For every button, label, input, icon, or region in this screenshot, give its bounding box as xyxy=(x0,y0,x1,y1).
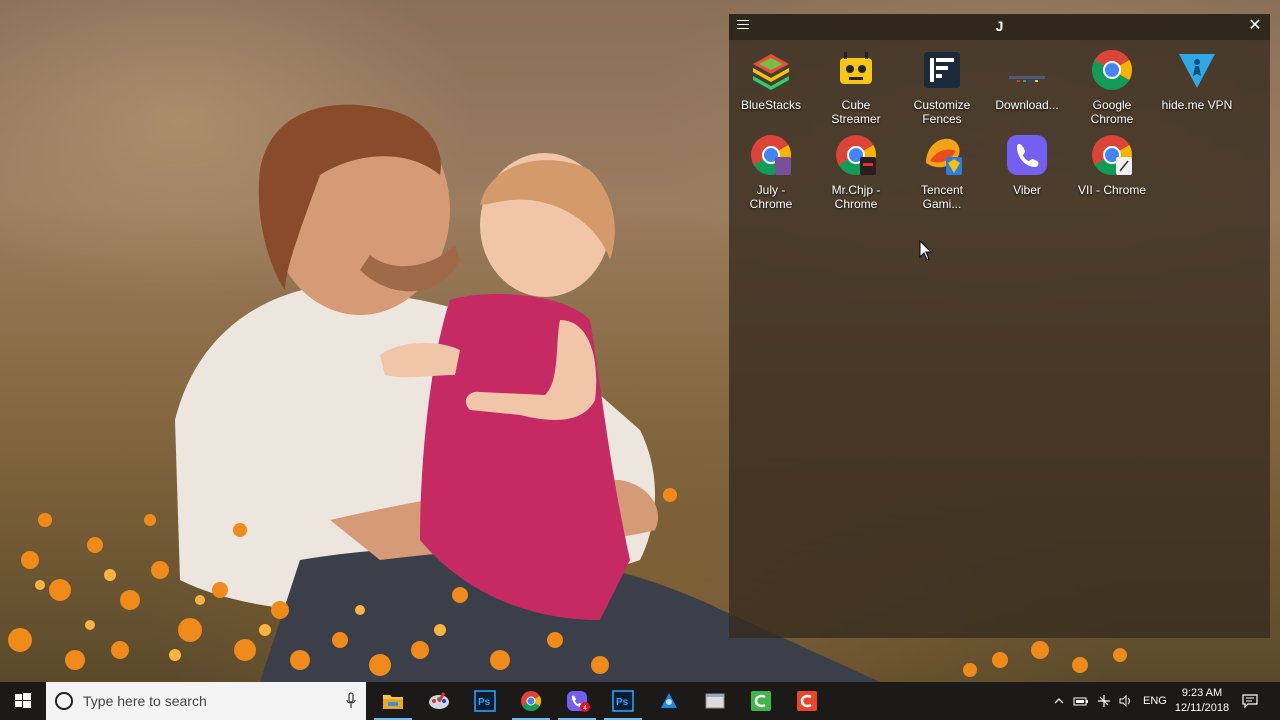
microphone-icon[interactable] xyxy=(346,692,356,710)
taskbar-app-window[interactable] xyxy=(692,682,738,720)
desktop-icon-cube-streamer[interactable]: Cube Streamer xyxy=(815,48,897,130)
download-icon xyxy=(1009,76,1045,82)
action-center-icon[interactable] xyxy=(1242,693,1258,709)
taskbar-app-camtasia-green[interactable] xyxy=(738,682,784,720)
paint-icon xyxy=(429,692,449,709)
fences-window[interactable]: J ✕ BlueStacks Cube Streamer Customize F… xyxy=(729,14,1270,638)
taskbar: Type here to search Ps 4 Ps ENG 9:23 AM … xyxy=(0,682,1280,720)
photoshop-icon: Ps xyxy=(612,690,634,712)
icon-label: Tencent Gami... xyxy=(920,183,964,211)
windows-logo-icon xyxy=(15,693,31,708)
taskbar-app-photoshop-2[interactable]: Ps xyxy=(600,682,646,720)
desktop-icon-customize-fences[interactable]: Customize Fences xyxy=(901,48,983,130)
language-indicator[interactable]: ENG xyxy=(1143,695,1167,707)
desktop-icon-mr-chjp-chrome[interactable]: Mr.Chjp - Chrome xyxy=(815,133,897,215)
taskbar-app-paint[interactable] xyxy=(416,682,462,720)
taskbar-app-photoshop-1[interactable]: Ps xyxy=(462,682,508,720)
icon-label: Google Chrome xyxy=(1090,98,1134,126)
taskbar-app-chrome[interactable] xyxy=(508,682,554,720)
icon-label: July - Chrome xyxy=(749,183,793,211)
clock-date: 12/11/2018 xyxy=(1174,702,1230,714)
icon-label: Customize Fences xyxy=(913,98,971,126)
mouse-cursor-icon xyxy=(919,240,933,261)
icon-label: Download... xyxy=(995,98,1059,112)
taskbar-app-viber[interactable]: 4 xyxy=(554,682,600,720)
desktop-icon-tencent-gaming[interactable]: Tencent Gami... xyxy=(901,133,983,215)
fences-icon xyxy=(924,52,960,88)
desktop-icon-hide-me-vpn[interactable]: hide.me VPN xyxy=(1156,48,1238,130)
fence-icon-grid: BlueStacks Cube Streamer Customize Fence… xyxy=(729,14,1270,638)
viber-icon: 4 xyxy=(567,691,590,712)
search-placeholder: Type here to search xyxy=(83,693,207,709)
desktop-icon-july-chrome[interactable]: July - Chrome xyxy=(730,133,812,215)
camtasia-green-icon xyxy=(751,691,771,711)
desktop-icon-bluestacks[interactable]: BlueStacks xyxy=(730,48,812,130)
system-clock[interactable]: 9:23 AM 12/11/2018 xyxy=(1170,686,1234,716)
icon-label: Cube Streamer xyxy=(831,98,881,126)
icon-label: Viber xyxy=(1013,183,1041,197)
taskbar-search-box[interactable]: Type here to search xyxy=(46,682,366,720)
battery-icon[interactable] xyxy=(1073,693,1089,709)
svg-text:Ps: Ps xyxy=(616,697,629,708)
blue-app-icon xyxy=(661,693,677,708)
tencent-icon xyxy=(926,138,962,175)
desktop-icon-google-chrome[interactable]: Google Chrome xyxy=(1071,48,1153,130)
chevron-up-icon[interactable] xyxy=(1053,693,1065,709)
camtasia-red-icon xyxy=(797,691,817,711)
icon-label: hide.me VPN xyxy=(1161,98,1233,112)
viber-icon xyxy=(1007,135,1047,175)
viber-badge: 4 xyxy=(583,705,587,712)
folder-icon xyxy=(383,695,403,709)
chrome-profile-icon xyxy=(1092,135,1132,175)
bluestacks-icon xyxy=(753,54,789,90)
chrome-icon xyxy=(1092,50,1132,90)
icon-label: BlueStacks xyxy=(740,98,802,112)
chrome-profile-icon xyxy=(836,135,876,175)
chrome-icon xyxy=(521,691,542,712)
window-app-icon xyxy=(705,693,725,709)
chrome-profile-icon xyxy=(751,135,791,175)
network-icon[interactable] xyxy=(1096,693,1112,709)
taskbar-app-file-explorer[interactable] xyxy=(370,682,416,720)
icon-label: VII - Chrome xyxy=(1077,183,1146,197)
desktop-icon-viber[interactable]: Viber xyxy=(986,133,1068,215)
hideme-vpn-icon xyxy=(1179,54,1215,88)
desktop-icon-download[interactable]: Download... xyxy=(986,48,1068,130)
clock-time: 9:23 AM xyxy=(1181,687,1223,699)
icon-label: Mr.Chjp - Chrome xyxy=(831,183,881,211)
start-button[interactable] xyxy=(0,682,46,720)
taskbar-app-blue[interactable] xyxy=(646,682,692,720)
taskbar-app-camtasia-red[interactable] xyxy=(784,682,830,720)
svg-text:Ps: Ps xyxy=(478,697,491,708)
cortana-icon xyxy=(55,692,73,710)
volume-icon[interactable] xyxy=(1118,693,1134,709)
cube-streamer-icon xyxy=(840,52,872,84)
photoshop-icon: Ps xyxy=(474,690,496,712)
desktop-icon-vii-chrome[interactable]: VII - Chrome xyxy=(1071,133,1153,215)
